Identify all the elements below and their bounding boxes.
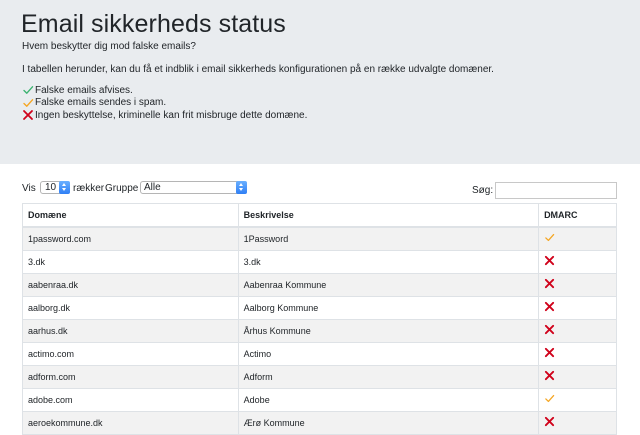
page-length-select[interactable]: 10: [40, 181, 70, 194]
cell-description: Aabenraa Kommune: [237, 272, 540, 297]
check-orange-icon: [22, 97, 34, 109]
domain-table: Domæne Beskrivelse DMARC 1password.com 1P…: [22, 203, 617, 435]
table-row: aarhus.dk Århus Kommune: [22, 318, 617, 343]
cell-domain: 1password.com: [22, 226, 239, 251]
table-row: aeroekommune.dk Ærø Kommune: [22, 410, 617, 435]
cross-red-icon: [544, 370, 555, 381]
cell-domain: aalborg.dk: [22, 295, 239, 320]
cell-dmarc: [538, 295, 617, 320]
page-length-value: 10: [45, 182, 57, 193]
group-label: Gruppe: [105, 183, 139, 194]
cell-domain: aarhus.dk: [22, 318, 239, 343]
group-select[interactable]: Alle: [140, 181, 247, 194]
cell-domain: adform.com: [22, 364, 239, 389]
cross-red-icon: [544, 324, 555, 335]
search-label: Søg:: [472, 185, 494, 196]
legend-item-spam: Falske emails sendes i spam.: [22, 97, 307, 110]
cell-domain: actimo.com: [22, 341, 239, 366]
legend-text-reject: Falske emails afvises.: [35, 84, 133, 96]
table-header-row: Domæne Beskrivelse DMARC: [22, 203, 617, 228]
table-controls: Vis 10 rækker Gruppe Alle Søg:: [0, 180, 640, 200]
check-orange-icon: [544, 232, 555, 243]
search-input[interactable]: [495, 182, 617, 199]
cross-red-icon: [22, 109, 34, 121]
group-select-value: Alle: [144, 182, 161, 193]
cell-description: Adform: [237, 364, 540, 389]
legend-item-reject: Falske emails afvises.: [22, 84, 307, 97]
select-arrows-icon: [59, 181, 70, 194]
cell-domain: aabenraa.dk: [22, 272, 239, 297]
cell-dmarc: [538, 341, 617, 366]
cross-red-icon: [544, 416, 555, 427]
select-arrows-icon: [236, 181, 247, 194]
jumbotron-header: Email sikkerheds status Hvem beskytter d…: [0, 0, 640, 164]
length-label: Vis: [22, 183, 36, 194]
cell-description: Actimo: [237, 341, 540, 366]
check-orange-icon: [544, 393, 555, 404]
cell-description: Aalborg Kommune: [237, 295, 540, 320]
column-header-description[interactable]: Beskrivelse: [237, 203, 540, 228]
page-title: Email sikkerheds status: [21, 10, 286, 38]
legend: Falske emails afvises. Falske emails sen…: [22, 84, 307, 122]
cell-dmarc: [538, 226, 617, 251]
cell-description: Adobe: [237, 387, 540, 412]
cell-dmarc: [538, 410, 617, 435]
cell-domain: 3.dk: [22, 249, 239, 274]
cross-red-icon: [544, 278, 555, 289]
cross-red-icon: [544, 301, 555, 312]
cell-dmarc: [538, 249, 617, 274]
cell-dmarc: [538, 387, 617, 412]
cell-description: Ærø Kommune: [237, 410, 540, 435]
table-row: aabenraa.dk Aabenraa Kommune: [22, 272, 617, 297]
cell-dmarc: [538, 272, 617, 297]
cross-red-icon: [544, 255, 555, 266]
table-row: 1password.com 1Password: [22, 226, 617, 251]
legend-item-none: Ingen beskyttelse, kriminelle kan frit m…: [22, 109, 307, 122]
page-lead: Hvem beskytter dig mod falske emails?: [22, 41, 196, 52]
column-header-dmarc[interactable]: DMARC: [538, 203, 617, 228]
rows-label: rækker: [73, 183, 105, 194]
cell-description: 3.dk: [237, 249, 540, 274]
cell-domain: aeroekommune.dk: [22, 410, 239, 435]
table-row: aalborg.dk Aalborg Kommune: [22, 295, 617, 320]
page-description: I tabellen herunder, kan du få et indbli…: [22, 64, 494, 75]
cell-domain: adobe.com: [22, 387, 239, 412]
cell-dmarc: [538, 364, 617, 389]
check-green-icon: [22, 84, 34, 96]
cell-description: Århus Kommune: [237, 318, 540, 343]
table-row: adobe.com Adobe: [22, 387, 617, 412]
cell-description: 1Password: [237, 226, 540, 251]
legend-text-spam: Falske emails sendes i spam.: [35, 97, 167, 109]
table-row: 3.dk 3.dk: [22, 249, 617, 274]
cross-red-icon: [544, 347, 555, 358]
cell-dmarc: [538, 318, 617, 343]
legend-text-none: Ingen beskyttelse, kriminelle kan frit m…: [35, 109, 308, 121]
table-row: adform.com Adform: [22, 364, 617, 389]
column-header-domain[interactable]: Domæne: [22, 203, 239, 228]
table-row: actimo.com Actimo: [22, 341, 617, 366]
